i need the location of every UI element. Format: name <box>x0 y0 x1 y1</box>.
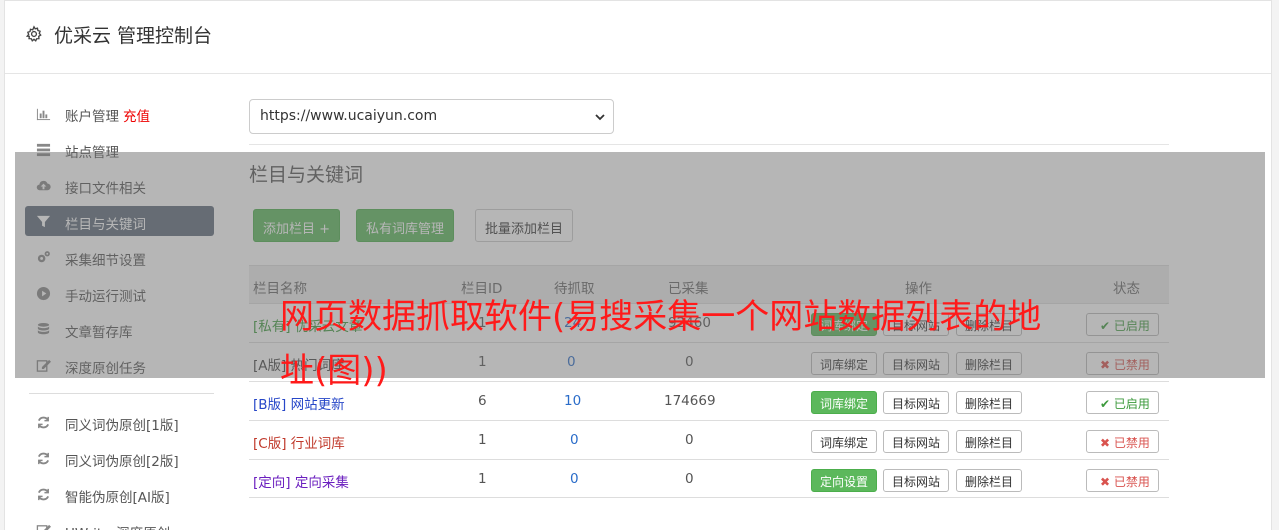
site-select-value: https://www.ucaiyun.com <box>260 108 438 124</box>
watermark-caption: 网页数据抓取软件(易搜采集一个网站数据列表的地址(图)) <box>280 297 1042 391</box>
sidebar-item-ai-rewrite[interactable]: 智能伪原创[AI版] <box>25 479 214 509</box>
sidebar-item-synonym-v1[interactable]: 同义词伪原创[1版] <box>25 407 214 437</box>
sidebar-item-account[interactable]: 账户管理 充值 <box>25 98 214 128</box>
target-site-button[interactable]: 目标网站 <box>883 430 950 453</box>
status-toggle[interactable]: ✖ 已禁用 <box>1086 469 1159 492</box>
edit-icon <box>36 524 51 530</box>
sidebar-item-label: 同义词伪原创[2版] <box>65 454 179 470</box>
times-icon: ✖ <box>1100 436 1111 450</box>
collected-count: 0 <box>685 432 694 448</box>
pending-count[interactable]: 0 <box>570 471 579 487</box>
status-toggle[interactable]: ✔ 已启用 <box>1086 391 1159 414</box>
target-site-button[interactable]: 目标网站 <box>883 469 950 492</box>
sidebar-item-label: UWriter深度原创 <box>65 522 170 530</box>
check-icon: ✔ <box>1100 397 1111 411</box>
sidebar-divider <box>29 393 214 394</box>
column-id: 1 <box>478 471 487 487</box>
delete-column-button[interactable]: 删除栏目 <box>956 469 1023 492</box>
delete-column-button[interactable]: 删除栏目 <box>956 430 1023 453</box>
sidebar-item-uwriter[interactable]: UWriter深度原创 <box>25 515 214 530</box>
column-name-link[interactable]: [C版] 行业词库 <box>253 432 345 452</box>
recharge-link[interactable]: 充值 <box>123 109 150 125</box>
sidebar-item-synonym-v2[interactable]: 同义词伪原创[2版] <box>25 443 214 473</box>
app-header: 优采云 管理控制台 <box>5 1 1271 74</box>
site-select[interactable]: https://www.ucaiyun.com <box>249 99 614 134</box>
sidebar-item-label: 同义词伪原创[1版] <box>65 418 179 434</box>
refresh-icon <box>37 416 50 429</box>
gear-icon <box>25 25 42 42</box>
column-id: 1 <box>478 432 487 448</box>
refresh-icon <box>37 488 50 501</box>
bar-chart-icon <box>36 108 51 121</box>
column-name-link[interactable]: [定向] 定向采集 <box>253 471 349 491</box>
app-title: 优采云 管理控制台 <box>54 25 213 47</box>
collected-count: 0 <box>685 471 694 487</box>
pending-count[interactable]: 0 <box>570 432 579 448</box>
table-row: [定向] 定向采集 1 0 0 定向设置 目标网站 删除栏目 ✖ 已禁用 <box>249 459 1169 498</box>
sidebar-item-label: 账户管理 <box>65 109 119 125</box>
refresh-icon <box>37 452 50 465</box>
sidebar-item-label: 智能伪原创[AI版] <box>65 490 170 506</box>
divider <box>249 144 1169 145</box>
status-toggle[interactable]: ✖ 已禁用 <box>1086 430 1159 453</box>
lexicon-bind-button[interactable]: 词库绑定 <box>811 430 878 453</box>
directed-settings-button[interactable]: 定向设置 <box>811 469 878 492</box>
table-row: [C版] 行业词库 1 0 0 词库绑定 目标网站 删除栏目 ✖ 已禁用 <box>249 420 1169 459</box>
chevron-down-icon <box>595 114 605 121</box>
times-icon: ✖ <box>1100 475 1111 489</box>
